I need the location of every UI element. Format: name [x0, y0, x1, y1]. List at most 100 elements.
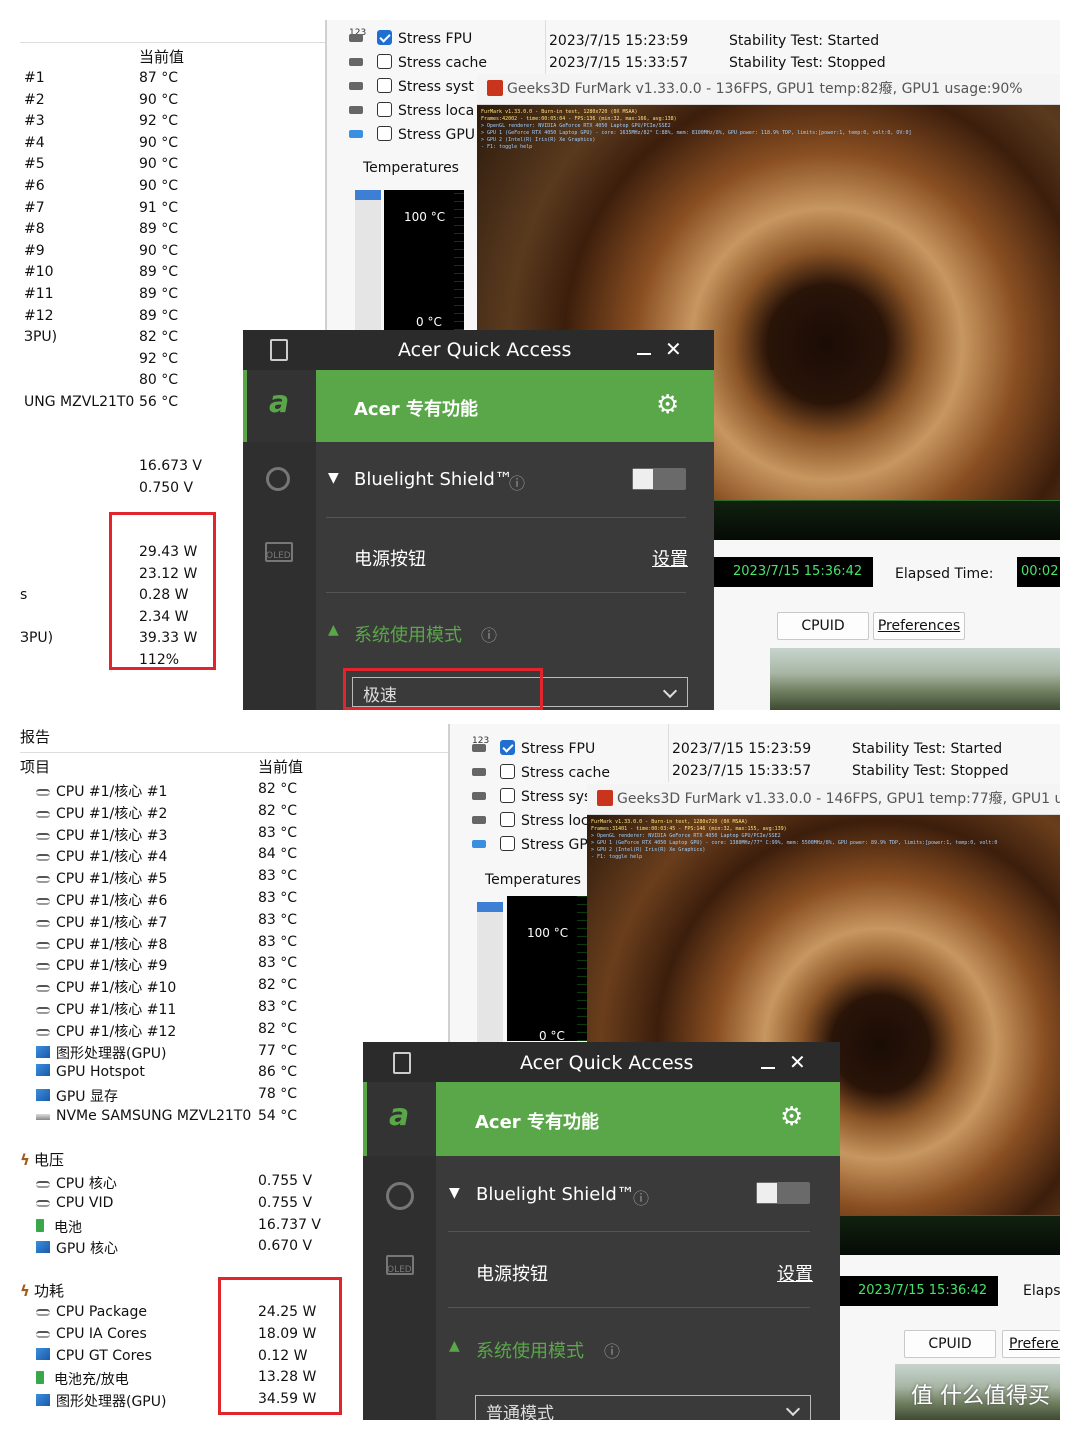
- stress-checkbox[interactable]: Stress syst: [377, 78, 474, 98]
- top-current-time: 2023/7/15 15:36:42: [713, 557, 873, 587]
- furmark-overlay-line: > GPU 1 (GeForce RTX 4050 Laptop GPU) - …: [591, 840, 998, 846]
- top-acer-sidebar-active[interactable]: a: [243, 370, 316, 442]
- bottom-temp-value: 78 °C: [258, 1086, 298, 1103]
- caret-down-icon[interactable]: ▼: [328, 470, 339, 486]
- bottom-settings-link[interactable]: 设置: [777, 1260, 813, 1286]
- top-cpuid-button[interactable]: CPUID: [777, 612, 869, 640]
- checkbox-icon[interactable]: [377, 54, 392, 69]
- stress-checkbox[interactable]: Stress syst: [500, 788, 597, 808]
- top-settings-link[interactable]: 设置: [652, 545, 688, 571]
- clipboard-icon[interactable]: [270, 339, 288, 361]
- cpu-icon: [36, 1199, 50, 1207]
- bottom-temp-row: CPU #1/核心 #12 82 °C: [20, 1021, 448, 1042]
- bottom-temp-row: CPU #1/核心 #4 84 °C: [20, 846, 448, 867]
- top-temp-scroll-thumb[interactable]: [355, 190, 381, 200]
- bottom-graph-max: 100 °C: [527, 926, 569, 940]
- bottom-temp-row: CPU #1/核心 #10 82 °C: [20, 977, 448, 998]
- bottom-preferences-button[interactable]: Preferer: [1002, 1330, 1060, 1358]
- caret-up-icon[interactable]: ▲: [449, 1338, 460, 1354]
- top-sensor-row: #5 90 °C: [20, 156, 325, 177]
- ssd-icon: [36, 1114, 50, 1120]
- stress-checkbox[interactable]: Stress FPU: [500, 740, 595, 760]
- cpu-icon: [36, 789, 50, 796]
- stress-checkbox[interactable]: Stress loca: [500, 812, 597, 832]
- help-icon[interactable]: ⓘ: [509, 470, 525, 494]
- bottom-report-label: 报告: [20, 728, 51, 746]
- top-sensor-value: 82 °C: [139, 329, 179, 346]
- top-bluelight-toggle[interactable]: [632, 468, 686, 490]
- top-acer-title: Acer Quick Access: [398, 339, 572, 361]
- top-sensor-name: #5: [24, 156, 45, 173]
- stress-checkbox[interactable]: Stress cache: [377, 54, 487, 74]
- top-sensor-row: #9 90 °C: [20, 243, 325, 264]
- checkbox-icon[interactable]: [500, 764, 515, 779]
- top-power-highlight-box: [109, 512, 216, 670]
- furmark-logo-icon: [487, 80, 503, 96]
- bottom-temp-scroll-thumb[interactable]: [477, 902, 503, 912]
- checkbox-icon[interactable]: [500, 836, 515, 851]
- bottom-temp-value: 82 °C: [258, 802, 298, 819]
- bat-icon: [36, 1218, 44, 1232]
- checkbox-icon[interactable]: [500, 788, 515, 803]
- stress-checkbox[interactable]: Stress FPU: [377, 30, 472, 50]
- gear-icon[interactable]: ⚙: [780, 1102, 803, 1132]
- furmark-overlay-line: FurMark v1.33.0.0 - Burn-in test, 1280x7…: [481, 109, 638, 115]
- log-status: Stability Test: Started: [852, 741, 1003, 757]
- bottom-sep-1: [448, 1231, 810, 1232]
- bottom-col-item-header: 项目: [20, 758, 51, 776]
- checkbox-icon[interactable]: [377, 78, 392, 93]
- stress-checkbox[interactable]: Stress loca: [377, 102, 474, 122]
- stress-checkbox[interactable]: Stress cache: [500, 764, 610, 784]
- checkbox-icon[interactable]: [500, 740, 515, 755]
- bottom-temperatures-tab[interactable]: Temperatures: [485, 871, 581, 889]
- clipboard-icon[interactable]: [393, 1052, 411, 1074]
- top-mode-section-label: 系统使用模式: [354, 625, 462, 646]
- caret-down-icon[interactable]: ▼: [449, 1185, 460, 1201]
- furmark-overlay-line: - F1: toggle help: [591, 854, 643, 860]
- cpu-icon: [36, 1181, 50, 1188]
- help-icon[interactable]: ⓘ: [481, 622, 497, 646]
- top-voltage-value: 16.673 V: [139, 458, 203, 474]
- bottom-table-divider: [20, 752, 448, 753]
- disk-icon: [349, 106, 363, 114]
- top-sensor-row: #11 89 °C: [20, 286, 325, 307]
- gear-icon[interactable]: ⚙: [656, 390, 679, 420]
- top-bluelight-label: Bluelight Shield™: [354, 469, 513, 490]
- top-furmark-title: Geeks3D FurMark v1.33.0.0 - 136FPS, GPU1…: [507, 81, 1023, 97]
- checkbox-icon[interactable]: [377, 126, 392, 141]
- bottom-temp-value: 82 °C: [258, 781, 298, 797]
- top-furmark-overlay: FurMark v1.33.0.0 - Burn-in test, 1280x7…: [481, 109, 911, 151]
- stress-checkbox[interactable]: Stress GPU: [377, 126, 475, 146]
- bottom-voltage-value: 16.737 V: [258, 1216, 322, 1233]
- bottom-sep-2: [448, 1307, 810, 1308]
- minimize-icon[interactable]: [637, 353, 651, 355]
- cpu-icon: [36, 898, 50, 905]
- top-graph-grid: [454, 190, 464, 330]
- bottom-bluelight-toggle[interactable]: [756, 1182, 810, 1204]
- bottom-temp-name: CPU #1/核心 #4: [36, 846, 167, 866]
- checkbox-icon[interactable]: [377, 30, 392, 45]
- top-preferences-button[interactable]: Preferences: [873, 612, 965, 640]
- caret-up-icon[interactable]: ▲: [328, 622, 339, 638]
- bottom-temp-value: 84 °C: [258, 846, 298, 863]
- bottom-temp-name: CPU #1/核心 #9: [36, 955, 167, 975]
- close-icon[interactable]: ✕: [789, 1050, 806, 1074]
- help-icon[interactable]: ⓘ: [633, 1185, 649, 1209]
- cpu-icon: [36, 1007, 50, 1014]
- bottom-acer-title: Acer Quick Access: [520, 1052, 694, 1074]
- cpu-icon: [36, 1309, 50, 1316]
- bottom-mode-dropdown[interactable]: 普通模式: [475, 1395, 811, 1420]
- stress-checkbox[interactable]: Stress GPU: [500, 836, 598, 856]
- bottom-acer-sidebar-active[interactable]: a: [363, 1082, 436, 1156]
- top-sensor-row: #8 89 °C: [20, 221, 325, 242]
- bottom-voltage-name: CPU VID: [36, 1195, 113, 1211]
- close-icon[interactable]: ✕: [665, 337, 682, 361]
- help-icon[interactable]: ⓘ: [604, 1338, 620, 1362]
- top-temperatures-tab[interactable]: Temperatures: [363, 159, 459, 177]
- wireless-icon[interactable]: [386, 1182, 414, 1210]
- minimize-icon[interactable]: [761, 1067, 775, 1069]
- wireless-icon[interactable]: [266, 467, 290, 491]
- bottom-cpuid-button[interactable]: CPUID: [904, 1330, 996, 1358]
- checkbox-icon[interactable]: [377, 102, 392, 117]
- checkbox-icon[interactable]: [500, 812, 515, 827]
